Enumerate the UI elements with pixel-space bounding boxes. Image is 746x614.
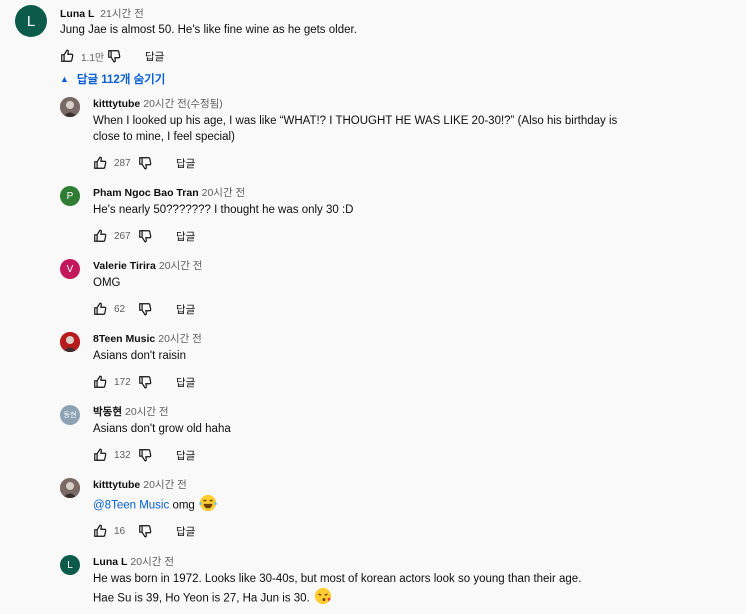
- author-name[interactable]: kitttytube: [93, 479, 140, 491]
- mention-link[interactable]: @8Teen Music: [93, 500, 169, 512]
- comment-text-line: @8Teen Music omg: [93, 494, 217, 517]
- reply-button[interactable]: 답글: [176, 156, 195, 171]
- reply-button[interactable]: 답글: [145, 49, 164, 64]
- like-count: 287: [114, 157, 131, 169]
- reply-button[interactable]: 답글: [176, 448, 195, 463]
- comment-actions: 16 답글: [93, 523, 195, 539]
- author-name[interactable]: Pham Ngoc Bao Tran: [93, 187, 199, 199]
- comment-text: @8Teen Music omg: [93, 494, 217, 517]
- comment-time[interactable]: 20시간 전(수정됨): [143, 98, 223, 110]
- author-name[interactable]: 8Teen Music: [93, 333, 155, 345]
- caret-up-icon: ▲: [60, 74, 69, 84]
- author-name[interactable]: Luna L: [60, 8, 94, 20]
- avatar[interactable]: [60, 97, 80, 117]
- reply-button[interactable]: 답글: [176, 524, 195, 539]
- comment-text: Jung Jae is almost 50. He's like fine wi…: [60, 24, 357, 36]
- comment-text-line: He was born in 1972. Looks like 30-40s, …: [93, 571, 581, 587]
- comment-text-content: close to mine, I feel special): [93, 131, 235, 143]
- avatar[interactable]: 동현: [60, 405, 80, 425]
- like-count: 16: [114, 525, 126, 537]
- comment-actions: 132 답글: [93, 447, 195, 463]
- avatar[interactable]: L: [15, 5, 47, 37]
- thumbs-up-icon[interactable]: [60, 49, 74, 63]
- comment-time[interactable]: 20시간 전: [158, 333, 202, 345]
- comment-text-content: Hae Su is 39, Ho Yeon is 27, Ha Jun is 3…: [93, 592, 310, 605]
- comment-text-content: OMG: [93, 277, 121, 289]
- comment-text-content: When I looked up his age, I was like “WH…: [93, 115, 618, 127]
- comment-text-line: Asians don't raisin: [93, 348, 186, 364]
- thumbs-up-icon[interactable]: [93, 448, 107, 462]
- comment-author[interactable]: Pham Ngoc Bao Tran 20시간 전: [93, 185, 245, 200]
- comment-text: When I looked up his age, I was like “WH…: [93, 113, 617, 145]
- avatar[interactable]: P: [60, 186, 80, 206]
- comment-text: He's nearly 50??????? I thought he was o…: [93, 202, 353, 218]
- like-count: 132: [114, 449, 131, 461]
- comment-author[interactable]: Luna L 20시간 전: [93, 554, 174, 569]
- thumbs-up-icon[interactable]: [93, 156, 107, 170]
- comment-author[interactable]: 8Teen Music 20시간 전: [93, 331, 202, 346]
- comment-time[interactable]: 20시간 전: [202, 187, 246, 199]
- comment-text-content: Asians don't grow old haha: [93, 423, 231, 435]
- comment-text: Asians don't grow old haha: [93, 421, 231, 437]
- comment-time[interactable]: 21시간 전: [100, 8, 144, 20]
- comment-time[interactable]: 20시간 전: [159, 260, 203, 272]
- thumbs-down-icon[interactable]: [138, 229, 152, 243]
- comment-text-content: Asians don't raisin: [93, 350, 186, 362]
- hide-replies-button[interactable]: ▲ 답글 112개 숨기기: [60, 71, 165, 87]
- comment-text: Asians don't raisin: [93, 348, 186, 364]
- thumbs-down-icon[interactable]: [138, 156, 152, 170]
- comment-actions: 267 답글: [93, 228, 195, 244]
- thumbs-up-icon[interactable]: [93, 229, 107, 243]
- author-name[interactable]: Valerie Tirira: [93, 260, 156, 272]
- thumbs-down-icon[interactable]: [138, 524, 152, 538]
- comment-actions: 287 답글: [93, 155, 195, 171]
- comment-text: He was born in 1972. Looks like 30-40s, …: [93, 571, 581, 610]
- thumbs-up-icon[interactable]: [93, 375, 107, 389]
- comment-time[interactable]: 20시간 전: [143, 479, 187, 491]
- comment-author[interactable]: kitttytube 20시간 전(수정됨): [93, 96, 223, 111]
- comment-text-line: When I looked up his age, I was like “WH…: [93, 113, 617, 129]
- avatar[interactable]: L: [60, 555, 80, 575]
- comment-author[interactable]: Valerie Tirira 20시간 전: [93, 258, 202, 273]
- comment-text-content: He's nearly 50??????? I thought he was o…: [93, 204, 354, 216]
- comment-author[interactable]: 박동현 20시간 전: [93, 404, 169, 419]
- comment-author[interactable]: Luna L 21시간 전: [60, 6, 144, 21]
- like-count: 172: [114, 376, 131, 388]
- avatar[interactable]: V: [60, 259, 80, 279]
- reply-button[interactable]: 답글: [176, 229, 195, 244]
- comment-text: OMG: [93, 275, 120, 291]
- avatar[interactable]: [60, 478, 80, 498]
- comment-time[interactable]: 20시간 전: [125, 406, 169, 418]
- thumbs-down-icon[interactable]: [138, 302, 152, 316]
- author-name[interactable]: 박동현: [93, 406, 122, 418]
- reply-button[interactable]: 답글: [176, 375, 195, 390]
- comment-time[interactable]: 20시간 전: [130, 556, 174, 568]
- thumbs-down-icon[interactable]: [138, 448, 152, 462]
- like-count: 267: [114, 230, 131, 242]
- comment-text-content: omg: [172, 499, 195, 512]
- comment-actions: 62 답글: [93, 301, 195, 317]
- comment-actions: 1.1만 답글: [60, 48, 164, 64]
- kiss-emoji: [314, 587, 332, 610]
- avatar[interactable]: [60, 332, 80, 352]
- like-count: 1.1만: [81, 52, 105, 64]
- comment-text-line: OMG: [93, 275, 120, 291]
- like-count: 62: [114, 303, 126, 315]
- hide-replies-label: 답글 112개 숨기기: [76, 74, 166, 86]
- author-name[interactable]: kitttytube: [93, 98, 140, 110]
- comment-text-content: He was born in 1972. Looks like 30-40s, …: [93, 573, 582, 585]
- comment-text-line: Hae Su is 39, Ho Yeon is 27, Ha Jun is 3…: [93, 587, 581, 610]
- comment-text-line: Asians don't grow old haha: [93, 421, 231, 437]
- laughing-emoji: [198, 494, 217, 517]
- reply-button[interactable]: 답글: [176, 302, 195, 317]
- thumbs-down-icon[interactable]: [138, 375, 152, 389]
- comment-text-line: He's nearly 50??????? I thought he was o…: [93, 202, 353, 218]
- thumbs-up-icon[interactable]: [93, 302, 107, 316]
- comment-actions: 172 답글: [93, 374, 195, 390]
- comment-text-line: close to mine, I feel special): [93, 129, 617, 145]
- comment-author[interactable]: kitttytube 20시간 전: [93, 477, 187, 492]
- thumbs-up-icon[interactable]: [93, 524, 107, 538]
- author-name[interactable]: Luna L: [93, 556, 127, 568]
- thumbs-down-icon[interactable]: [107, 49, 121, 63]
